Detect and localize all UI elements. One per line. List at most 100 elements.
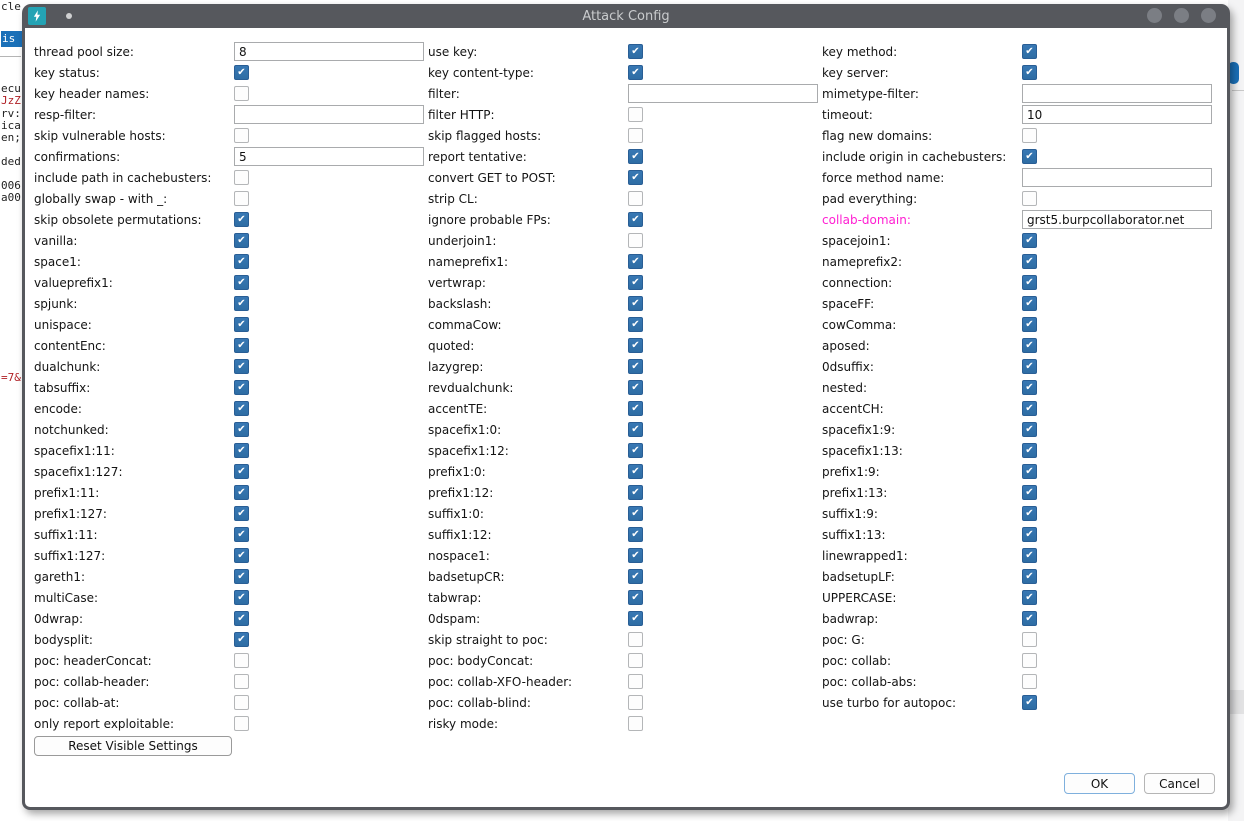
- checkbox-use-key[interactable]: ✔: [628, 44, 643, 59]
- checkbox-backslash[interactable]: ✔: [628, 296, 643, 311]
- checkbox-use-turbo-for-autopoc[interactable]: ✔: [1022, 695, 1037, 710]
- checkbox-0dwrap[interactable]: ✔: [234, 611, 249, 626]
- checkbox-notchunked[interactable]: ✔: [234, 422, 249, 437]
- checkbox-convert-get-to-post[interactable]: ✔: [628, 170, 643, 185]
- checkbox-nameprefix1[interactable]: ✔: [628, 254, 643, 269]
- checkbox-poc-collab[interactable]: [1022, 653, 1037, 668]
- checkbox-key-status[interactable]: ✔: [234, 65, 249, 80]
- close-button[interactable]: [1201, 8, 1216, 23]
- ok-button[interactable]: OK: [1064, 773, 1135, 794]
- checkbox-0dspam[interactable]: ✔: [628, 611, 643, 626]
- checkbox-key-server[interactable]: ✔: [1022, 65, 1037, 80]
- checkbox-strip-cl[interactable]: [628, 191, 643, 206]
- checkbox-vertwrap[interactable]: ✔: [628, 275, 643, 290]
- checkbox-encode[interactable]: ✔: [234, 401, 249, 416]
- checkbox-suffix1-0[interactable]: ✔: [628, 506, 643, 521]
- checkbox-spacefix1-0[interactable]: ✔: [628, 422, 643, 437]
- checkbox-skip-vulnerable-hosts[interactable]: [234, 128, 249, 143]
- text-input-resp-filter[interactable]: [234, 105, 424, 124]
- checkbox-pad-everything[interactable]: [1022, 191, 1037, 206]
- checkbox-poc-collab-at[interactable]: [234, 695, 249, 710]
- checkbox-commacow[interactable]: ✔: [628, 317, 643, 332]
- checkbox-0dsuffix[interactable]: ✔: [1022, 359, 1037, 374]
- checkbox-poc-collab-blind[interactable]: [628, 695, 643, 710]
- checkbox-key-header-names[interactable]: [234, 86, 249, 101]
- checkbox-poc-collab-xfo-header[interactable]: [628, 674, 643, 689]
- checkbox-poc-bodyconcat[interactable]: [628, 653, 643, 668]
- checkbox-badsetuplf[interactable]: ✔: [1022, 569, 1037, 584]
- checkbox-cowcomma[interactable]: ✔: [1022, 317, 1037, 332]
- text-input-timeout[interactable]: [1022, 105, 1212, 124]
- text-input-collab-domain[interactable]: [1022, 210, 1212, 229]
- checkbox-revdualchunk[interactable]: ✔: [628, 380, 643, 395]
- checkbox-badsetupcr[interactable]: ✔: [628, 569, 643, 584]
- checkbox-suffix1-12[interactable]: ✔: [628, 527, 643, 542]
- text-input-confirmations[interactable]: [234, 147, 424, 166]
- checkbox-accentte[interactable]: ✔: [628, 401, 643, 416]
- checkbox-accentch[interactable]: ✔: [1022, 401, 1037, 416]
- checkbox-prefix1-11[interactable]: ✔: [234, 485, 249, 500]
- checkbox-skip-obsolete-permutations[interactable]: ✔: [234, 212, 249, 227]
- checkbox-aposed[interactable]: ✔: [1022, 338, 1037, 353]
- cancel-button[interactable]: Cancel: [1144, 773, 1215, 794]
- checkbox-include-origin-in-cachebusters[interactable]: ✔: [1022, 149, 1037, 164]
- checkbox-prefix1-12[interactable]: ✔: [628, 485, 643, 500]
- checkbox-suffix1-11[interactable]: ✔: [234, 527, 249, 542]
- checkbox-report-tentative[interactable]: ✔: [628, 149, 643, 164]
- checkbox-nameprefix2[interactable]: ✔: [1022, 254, 1037, 269]
- checkbox-nospace1[interactable]: ✔: [628, 548, 643, 563]
- checkbox-globally-swap-with[interactable]: [234, 191, 249, 206]
- checkbox-connection[interactable]: ✔: [1022, 275, 1037, 290]
- checkbox-key-method[interactable]: ✔: [1022, 44, 1037, 59]
- minimize-button[interactable]: [1147, 8, 1162, 23]
- checkbox-skip-straight-to-poc[interactable]: [628, 632, 643, 647]
- checkbox-prefix1-0[interactable]: ✔: [628, 464, 643, 479]
- checkbox-underjoin1[interactable]: [628, 233, 643, 248]
- checkbox-poc-collab-header[interactable]: [234, 674, 249, 689]
- checkbox-vanilla[interactable]: ✔: [234, 233, 249, 248]
- checkbox-spacefix1-127[interactable]: ✔: [234, 464, 249, 479]
- checkbox-spacefix1-13[interactable]: ✔: [1022, 443, 1037, 458]
- checkbox-quoted[interactable]: ✔: [628, 338, 643, 353]
- checkbox-key-content-type[interactable]: ✔: [628, 65, 643, 80]
- checkbox-risky-mode[interactable]: [628, 716, 643, 731]
- checkbox-spjunk[interactable]: ✔: [234, 296, 249, 311]
- checkbox-skip-flagged-hosts[interactable]: [628, 128, 643, 143]
- text-input-filter[interactable]: [628, 84, 818, 103]
- checkbox-gareth1[interactable]: ✔: [234, 569, 249, 584]
- checkbox-lazygrep[interactable]: ✔: [628, 359, 643, 374]
- checkbox-ignore-probable-fps[interactable]: ✔: [628, 212, 643, 227]
- checkbox-space1[interactable]: ✔: [234, 254, 249, 269]
- text-input-mimetype-filter[interactable]: [1022, 84, 1212, 103]
- checkbox-poc-collab-abs[interactable]: [1022, 674, 1037, 689]
- checkbox-prefix1-9[interactable]: ✔: [1022, 464, 1037, 479]
- checkbox-spacejoin1[interactable]: ✔: [1022, 233, 1037, 248]
- checkbox-tabsuffix[interactable]: ✔: [234, 380, 249, 395]
- checkbox-spacefix1-11[interactable]: ✔: [234, 443, 249, 458]
- checkbox-only-report-exploitable[interactable]: [234, 716, 249, 731]
- checkbox-spacefix1-9[interactable]: ✔: [1022, 422, 1037, 437]
- reset-visible-settings-button[interactable]: Reset Visible Settings: [34, 736, 232, 756]
- checkbox-uppercase[interactable]: ✔: [1022, 590, 1037, 605]
- dialog-titlebar[interactable]: Attack Config: [22, 4, 1230, 28]
- checkbox-include-path-in-cachebusters[interactable]: [234, 170, 249, 185]
- checkbox-contentenc[interactable]: ✔: [234, 338, 249, 353]
- checkbox-poc-g[interactable]: [1022, 632, 1037, 647]
- checkbox-suffix1-127[interactable]: ✔: [234, 548, 249, 563]
- checkbox-tabwrap[interactable]: ✔: [628, 590, 643, 605]
- text-input-thread-pool-size[interactable]: [234, 42, 424, 61]
- checkbox-poc-headerconcat[interactable]: [234, 653, 249, 668]
- checkbox-badwrap[interactable]: ✔: [1022, 611, 1037, 626]
- checkbox-dualchunk[interactable]: ✔: [234, 359, 249, 374]
- checkbox-spacefix1-12[interactable]: ✔: [628, 443, 643, 458]
- text-input-force-method-name[interactable]: [1022, 168, 1212, 187]
- checkbox-bodysplit[interactable]: ✔: [234, 632, 249, 647]
- checkbox-unispace[interactable]: ✔: [234, 317, 249, 332]
- checkbox-valueprefix1[interactable]: ✔: [234, 275, 249, 290]
- maximize-button[interactable]: [1174, 8, 1189, 23]
- checkbox-spaceff[interactable]: ✔: [1022, 296, 1037, 311]
- checkbox-suffix1-9[interactable]: ✔: [1022, 506, 1037, 521]
- checkbox-flag-new-domains[interactable]: [1022, 128, 1037, 143]
- checkbox-prefix1-13[interactable]: ✔: [1022, 485, 1037, 500]
- checkbox-filter-http[interactable]: [628, 107, 643, 122]
